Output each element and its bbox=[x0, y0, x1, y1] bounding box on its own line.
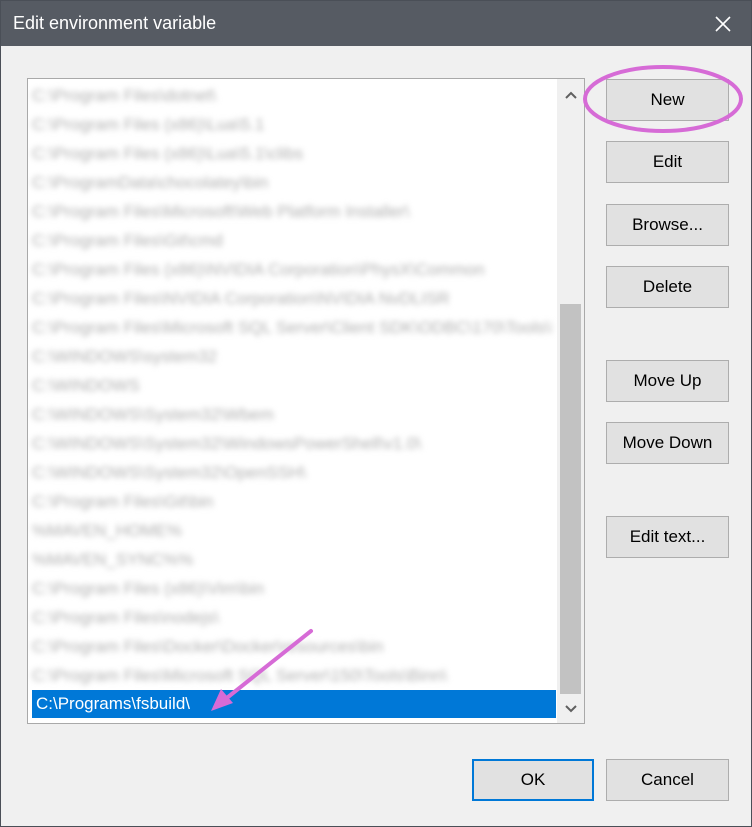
list-item[interactable]: C:\Program Files\dotnet\ bbox=[32, 82, 552, 110]
delete-button[interactable]: Delete bbox=[606, 266, 729, 308]
list-item[interactable]: %MAVEN_SYNC%% bbox=[32, 546, 552, 574]
dialog-title: Edit environment variable bbox=[13, 13, 217, 33]
list-item-selected[interactable]: C:\Programs\fsbuild\ bbox=[32, 690, 556, 718]
move-down-button[interactable]: Move Down bbox=[606, 422, 729, 464]
list-item[interactable]: C:\Program Files (x86)\Vim\bin bbox=[32, 575, 552, 603]
edit-button[interactable]: Edit bbox=[606, 141, 729, 183]
list-item[interactable]: C:\WINDOWS\System32\OpenSSH\ bbox=[32, 459, 552, 487]
list-item[interactable]: %MAVEN_HOME% bbox=[32, 517, 552, 545]
path-list[interactable]: C:\Program Files\dotnet\ C:\Program Files… bbox=[27, 78, 585, 724]
move-up-button[interactable]: Move Up bbox=[606, 360, 729, 402]
move-up-button-label: Move Up bbox=[633, 371, 702, 390]
close-icon bbox=[715, 15, 731, 32]
vertical-scrollbar[interactable] bbox=[557, 79, 584, 723]
list-item[interactable]: C:\Program Files (x86)\Lua\5.1\clibs bbox=[32, 140, 552, 168]
list-item[interactable]: C:\Program Files\Microsoft SQL Server\Cl… bbox=[32, 314, 552, 342]
edit-button-label: Edit bbox=[652, 152, 683, 171]
scroll-down-button[interactable] bbox=[557, 695, 584, 723]
list-item[interactable]: C:\WINDOWS\system32 bbox=[32, 343, 552, 371]
new-button-label: New bbox=[650, 90, 685, 109]
scroll-up-button[interactable] bbox=[557, 81, 584, 109]
browse-button-label: Browse... bbox=[632, 215, 703, 234]
list-item[interactable]: C:\ProgramData\chocolatey\bin bbox=[32, 169, 552, 197]
scroll-thumb[interactable] bbox=[560, 304, 581, 694]
cancel-button[interactable]: Cancel bbox=[606, 759, 729, 801]
delete-button-label: Delete bbox=[642, 277, 693, 296]
title-bar: Edit environment variable bbox=[1, 1, 751, 46]
ok-button-label: OK bbox=[520, 770, 546, 789]
list-item[interactable]: C:\WINDOWS\System32\Wbem bbox=[32, 401, 552, 429]
browse-button[interactable]: Browse... bbox=[606, 204, 729, 246]
chevron-up-icon bbox=[564, 91, 577, 99]
new-button[interactable]: New bbox=[606, 79, 729, 121]
list-item[interactable]: C:\Program Files\nodejs\ bbox=[32, 604, 552, 632]
move-down-button-label: Move Down bbox=[622, 433, 713, 452]
ok-button[interactable]: OK bbox=[472, 759, 594, 801]
list-item[interactable]: C:\Program Files\NVIDIA Corporation\NVID… bbox=[32, 285, 552, 313]
list-item[interactable]: C:\Program Files\Docker\Docker\resources… bbox=[32, 633, 552, 661]
edit-text-button[interactable]: Edit text... bbox=[606, 516, 729, 558]
list-item[interactable]: C:\Program Files (x86)\Lua\5.1 bbox=[32, 111, 552, 139]
list-item[interactable]: C:\Program Files\Git\bin bbox=[32, 488, 552, 516]
path-list-items: C:\Program Files\dotnet\ C:\Program Files… bbox=[28, 79, 557, 723]
list-item[interactable]: C:\Program Files\Git\cmd bbox=[32, 227, 552, 255]
cancel-button-label: Cancel bbox=[641, 770, 694, 789]
list-item[interactable]: C:\WINDOWS bbox=[32, 372, 552, 400]
edit-env-variable-dialog: Edit environment variable C:\Program Fil… bbox=[0, 0, 752, 827]
list-item[interactable]: C:\WINDOWS\System32\WindowsPowerShell\v1… bbox=[32, 430, 552, 458]
list-item[interactable]: C:\Program Files (x86)\NVIDIA Corporatio… bbox=[32, 256, 552, 284]
chevron-down-icon bbox=[564, 705, 577, 713]
list-item[interactable]: C:\Program Files\Microsoft SQL Server\15… bbox=[32, 662, 552, 690]
close-button[interactable] bbox=[695, 1, 751, 46]
edit-text-button-label: Edit text... bbox=[629, 527, 706, 546]
list-item[interactable]: C:\Program Files\Microsoft\Web Platform … bbox=[32, 198, 552, 226]
